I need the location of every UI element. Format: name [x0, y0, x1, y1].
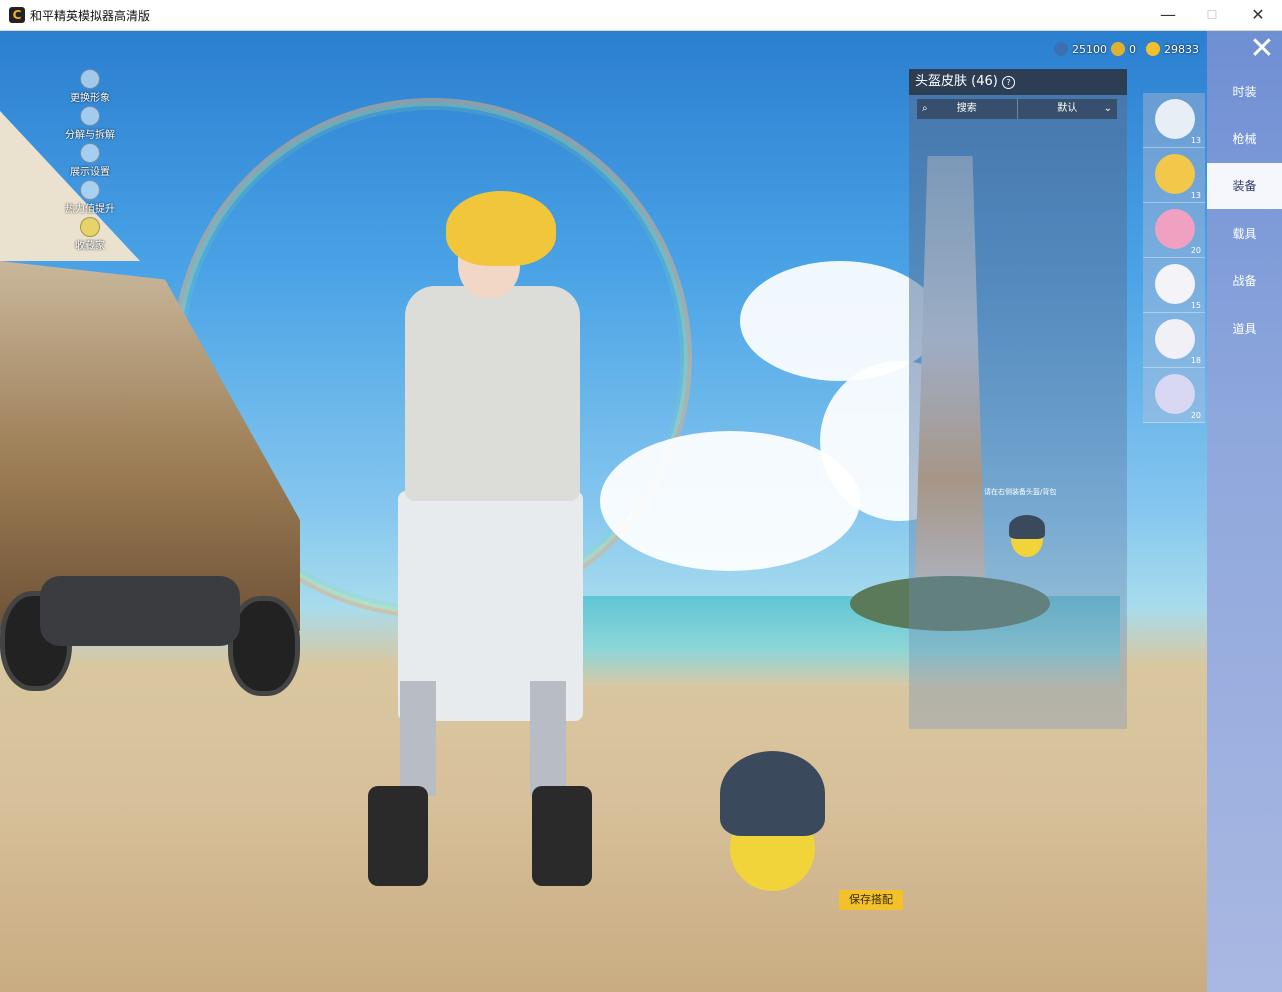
tab-vehicles[interactable]: 载具: [1207, 211, 1282, 257]
list-item[interactable]: 20: [1143, 368, 1205, 423]
tab-firearms[interactable]: 枪械: [1207, 116, 1282, 162]
backpack-skin-icon: [1155, 319, 1195, 359]
category-tabs: 时装 枪械 装备 载具 战备 道具: [1207, 31, 1282, 992]
maximize-button[interactable]: ☐: [1189, 0, 1235, 30]
game-viewport: 更换形象 分解与拆解 展示设置 热力值提升 收藏家 25100 0 29833 …: [0, 31, 1282, 992]
points-icon: [1111, 42, 1125, 56]
skin-panel: 头盔皮肤 (46) ? ⌕ 搜索 默认 ⌄ 请在右侧装备头盔/背包: [909, 69, 1127, 729]
badge-icon: [80, 217, 100, 237]
character-leg: [400, 681, 436, 796]
tab-props[interactable]: 道具: [1207, 306, 1282, 352]
menu-collector[interactable]: 收藏家: [60, 217, 120, 254]
save-outfit-button[interactable]: 保存搭配: [839, 890, 903, 910]
list-item[interactable]: 18: [1143, 313, 1205, 368]
panel-title: 头盔皮肤 (46) ?: [909, 69, 1127, 95]
search-input[interactable]: ⌕ 搜索: [917, 99, 1018, 119]
left-menu: 更换形象 分解与拆解 展示设置 热力值提升 收藏家: [60, 69, 120, 254]
window-title: 和平精英模拟器高清版: [30, 9, 151, 23]
buggy-vehicle: [0, 536, 300, 696]
tab-combat-gear[interactable]: 战备: [1207, 258, 1282, 304]
equip-hint: 请在右侧装备头盔/背包: [984, 488, 1057, 496]
character-leg: [530, 681, 566, 796]
helmet-skin-icon: [1155, 209, 1195, 249]
minimize-button[interactable]: —: [1145, 0, 1191, 30]
currency-gems: 25100: [1054, 42, 1107, 56]
list-item[interactable]: 15: [1143, 258, 1205, 313]
backpack-skin-icon: [1155, 374, 1195, 414]
help-icon[interactable]: ?: [1001, 76, 1015, 89]
list-item[interactable]: 20: [1143, 203, 1205, 258]
menu-display-settings[interactable]: 展示设置: [60, 143, 120, 180]
backpack-skin-icon: [1155, 264, 1195, 304]
window-titlebar: C 和平精英模拟器高清版 — ☐ ✕: [0, 0, 1282, 31]
tab-equipment[interactable]: 装备: [1207, 163, 1282, 209]
plus-icon: [80, 106, 100, 126]
coin-icon: [1146, 42, 1160, 56]
tab-fashion[interactable]: 时装: [1207, 69, 1282, 115]
helmet-skin-icon: [1155, 154, 1195, 194]
character-boot: [368, 786, 428, 886]
character-shirt: [405, 286, 580, 501]
chick-pet: [720, 751, 825, 901]
sort-dropdown[interactable]: 默认 ⌄: [1018, 99, 1118, 119]
menu-heat-boost[interactable]: 热力值提升: [60, 180, 120, 217]
flame-icon: [80, 180, 100, 200]
app-icon: C: [9, 7, 25, 23]
currency-points: 0: [1111, 42, 1136, 56]
search-bar: ⌕ 搜索 默认 ⌄: [917, 99, 1117, 119]
character-hat: [446, 191, 556, 266]
eye-icon: [80, 143, 100, 163]
person-icon: [80, 69, 100, 89]
chevron-down-icon: ⌄: [1103, 103, 1112, 114]
close-panel-icon[interactable]: ✕: [1247, 34, 1277, 66]
gem-icon: [1054, 42, 1068, 56]
currency-coins: 29833: [1146, 42, 1199, 56]
equipped-helmet-preview: [1007, 513, 1047, 561]
search-icon: ⌕: [922, 103, 928, 114]
list-item[interactable]: 13: [1143, 148, 1205, 203]
menu-decompose[interactable]: 分解与拆解: [60, 106, 120, 143]
helmet-skin-icon: [1155, 99, 1195, 139]
list-item[interactable]: 13: [1143, 93, 1205, 148]
close-window-button[interactable]: ✕: [1235, 0, 1281, 30]
menu-change-appearance[interactable]: 更换形象: [60, 69, 120, 106]
item-list: 13 13 20 15 18 20: [1143, 93, 1205, 423]
character-boot: [532, 786, 592, 886]
